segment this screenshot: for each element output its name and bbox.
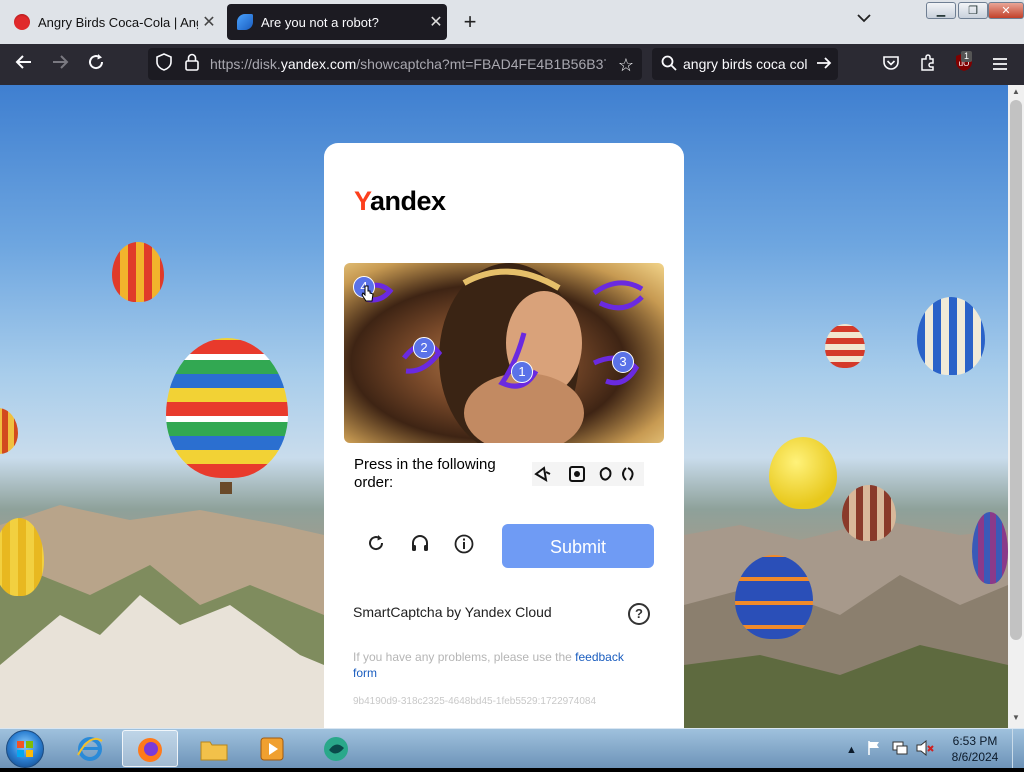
hot-air-balloon-image [842,485,896,541]
app-taskbar-icon[interactable] [308,730,364,767]
show-desktop-button[interactable] [1012,729,1024,768]
captcha-badge-3: 3 [612,351,634,373]
forward-icon[interactable] [47,52,73,78]
pocket-icon[interactable] [878,52,904,78]
info-icon[interactable] [452,534,476,558]
hamburger-menu-icon[interactable] [987,52,1013,78]
url-text[interactable]: https://disk.yandex.com/showcaptcha?mt=F… [210,56,606,72]
clock-time: 6:53 PM [952,734,998,748]
order-instruction-label: Press in the following order: [354,456,496,491]
close-window-button[interactable]: ✕ [988,2,1024,19]
minimize-button[interactable]: ▁ [926,2,956,19]
hot-air-balloon-image [917,297,985,375]
close-tab-icon[interactable]: ✕ [425,12,447,32]
tab-title: Are you not a robot? [261,14,379,30]
action-center-flag-icon[interactable] [866,740,882,761]
hot-air-balloon-image [769,437,837,509]
media-player-taskbar-icon[interactable] [244,730,300,767]
tab-title: Angry Birds Coca-Cola | Angry [38,14,198,30]
scrollbar-thumb[interactable] [1010,100,1022,640]
order-sequence-icons [532,462,644,486]
restore-button[interactable]: ❐ [958,2,988,19]
yandex-logo: Yandex [354,186,446,216]
help-icon[interactable]: ? [628,603,650,625]
hot-air-balloon-image [112,242,164,302]
tab-angry-birds[interactable]: Angry Birds Coca-Cola | Angry ✕ [4,4,220,40]
hot-air-balloon-image [825,324,865,368]
firefox-taskbar-icon[interactable] [122,730,178,767]
start-button[interactable] [6,730,44,768]
captcha-badge-1: 1 [511,361,533,383]
refresh-captcha-icon[interactable] [364,534,388,558]
lock-icon[interactable] [179,52,205,78]
new-tab-button[interactable]: + [458,8,482,36]
clock-date: 8/6/2024 [951,750,999,764]
volume-muted-icon[interactable] [916,739,934,761]
network-icon[interactable] [891,740,909,761]
close-tab-icon[interactable]: ✕ [198,12,220,32]
submit-button[interactable]: Submit [502,524,654,568]
extensions-puzzle-icon[interactable] [915,52,941,78]
scroll-up-arrow-icon[interactable]: ▲ [1010,87,1022,96]
search-go-arrow-icon[interactable] [811,52,837,78]
internet-explorer-taskbar-icon[interactable] [62,730,118,767]
smartcaptcha-brand-label: SmartCaptcha by Yandex Cloud [353,604,552,620]
hot-air-balloon-image [0,408,18,454]
hot-air-balloon-image [735,555,813,639]
captcha-challenge-image[interactable]: 4 2 1 3 [344,263,664,443]
balloon-basket-image [220,482,232,494]
scroll-down-arrow-icon[interactable]: ▼ [1010,713,1022,722]
taskbar-clock[interactable]: 6:53 PM 8/6/2024 [944,733,1006,765]
captcha-token-text: 9b4190d9-318c2325-4648bd45-1feb5529:1722… [353,696,597,707]
problems-text: If you have any problems, please use the… [353,650,624,680]
extension-badge-count: 1 [961,51,973,62]
search-icon [656,52,682,78]
search-input[interactable]: angry birds coca col [683,56,809,72]
audio-captcha-headphones-icon[interactable] [408,534,432,558]
captcha-badge-2: 2 [413,337,435,359]
back-icon[interactable] [11,52,37,78]
yandex-disk-favicon-icon [237,14,253,30]
hot-air-balloon-image [166,338,288,478]
file-explorer-taskbar-icon[interactable] [186,730,242,767]
reload-icon[interactable] [83,52,109,78]
bookmark-star-icon[interactable]: ☆ [613,52,639,78]
angry-bird-favicon-icon [14,14,30,30]
show-hidden-icons-arrow-icon[interactable]: ▲ [846,744,857,756]
hot-air-balloon-image [972,512,1008,584]
tracking-shield-icon[interactable] [151,52,177,78]
list-all-tabs-icon[interactable] [852,10,876,34]
mouse-cursor-hand-icon [361,285,374,302]
tab-captcha[interactable]: Are you not a robot? ✕ [227,4,447,40]
